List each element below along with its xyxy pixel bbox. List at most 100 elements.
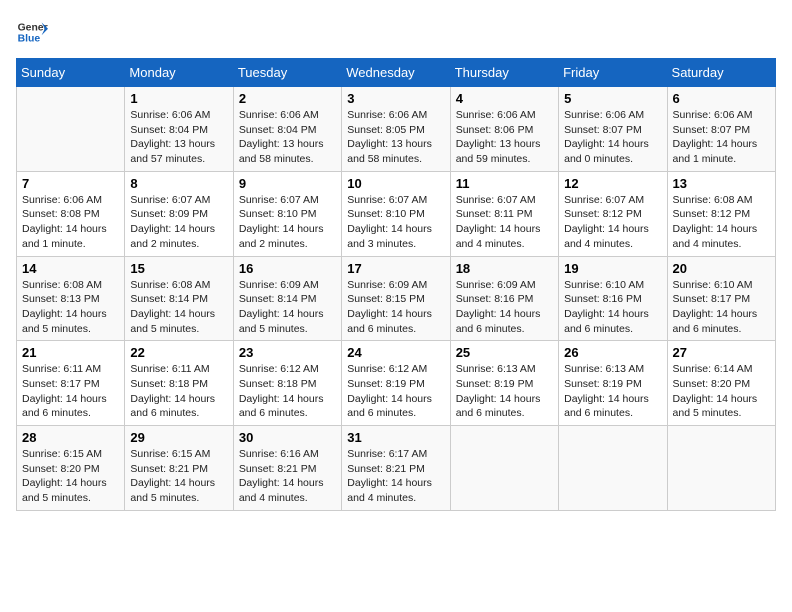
day-number: 14 xyxy=(22,261,119,276)
calendar-week-row: 28Sunrise: 6:15 AM Sunset: 8:20 PM Dayli… xyxy=(17,426,776,511)
svg-text:Blue: Blue xyxy=(18,34,41,45)
calendar-cell: 11 Sunrise: 6:07 AM Sunset: 8:11 PM Dayli… xyxy=(450,171,558,256)
day-number: 5 xyxy=(564,91,661,106)
calendar-cell: 21Sunrise: 6:11 AM Sunset: 8:17 PM Dayli… xyxy=(17,341,125,426)
day-number: 11 xyxy=(456,176,553,191)
day-info: Sunrise: 6:15 AM Sunset: 8:20 PM Dayligh… xyxy=(22,447,119,506)
day-info: Sunrise: 6:08 AM Sunset: 8:14 PM Dayligh… xyxy=(130,278,227,337)
day-number: 12 xyxy=(564,176,661,191)
calendar-cell: 29 Sunrise: 6:15 AM Sunset: 8:21 PM Dayli… xyxy=(125,426,233,511)
day-number: 27 xyxy=(673,345,770,360)
calendar-header-row: SundayMondayTuesdayWednesdayThursdayFrid… xyxy=(17,59,776,87)
calendar-cell: 16 Sunrise: 6:09 AM Sunset: 8:14 PM Dayli… xyxy=(233,256,341,341)
day-info: Sunrise: 6:06 AM Sunset: 8:07 PM Dayligh… xyxy=(564,108,661,167)
calendar-cell: 27 Sunrise: 6:14 AM Sunset: 8:20 PM Dayli… xyxy=(667,341,775,426)
day-info: Sunrise: 6:07 AM Sunset: 8:10 PM Dayligh… xyxy=(239,193,336,252)
page-header: General Blue xyxy=(16,16,776,48)
day-number: 18 xyxy=(456,261,553,276)
day-info: Sunrise: 6:07 AM Sunset: 8:09 PM Dayligh… xyxy=(130,193,227,252)
day-info: Sunrise: 6:07 AM Sunset: 8:11 PM Dayligh… xyxy=(456,193,553,252)
day-number: 10 xyxy=(347,176,444,191)
day-info: Sunrise: 6:10 AM Sunset: 8:17 PM Dayligh… xyxy=(673,278,770,337)
calendar-cell: 7 Sunrise: 6:06 AM Sunset: 8:08 PM Daylig… xyxy=(17,171,125,256)
logo-icon: General Blue xyxy=(16,16,48,48)
day-number: 8 xyxy=(130,176,227,191)
day-number: 19 xyxy=(564,261,661,276)
day-info: Sunrise: 6:09 AM Sunset: 8:14 PM Dayligh… xyxy=(239,278,336,337)
day-number: 29 xyxy=(130,430,227,445)
calendar-cell: 4Sunrise: 6:06 AM Sunset: 8:06 PM Daylig… xyxy=(450,87,558,172)
day-number: 30 xyxy=(239,430,336,445)
day-number: 24 xyxy=(347,345,444,360)
day-number: 3 xyxy=(347,91,444,106)
day-info: Sunrise: 6:12 AM Sunset: 8:18 PM Dayligh… xyxy=(239,362,336,421)
day-number: 6 xyxy=(673,91,770,106)
day-number: 26 xyxy=(564,345,661,360)
day-info: Sunrise: 6:16 AM Sunset: 8:21 PM Dayligh… xyxy=(239,447,336,506)
calendar-cell: 18Sunrise: 6:09 AM Sunset: 8:16 PM Dayli… xyxy=(450,256,558,341)
calendar-cell: 5 Sunrise: 6:06 AM Sunset: 8:07 PM Daylig… xyxy=(559,87,667,172)
calendar-cell: 25 Sunrise: 6:13 AM Sunset: 8:19 PM Dayli… xyxy=(450,341,558,426)
day-info: Sunrise: 6:13 AM Sunset: 8:19 PM Dayligh… xyxy=(456,362,553,421)
calendar-week-row: 7 Sunrise: 6:06 AM Sunset: 8:08 PM Daylig… xyxy=(17,171,776,256)
day-info: Sunrise: 6:06 AM Sunset: 8:08 PM Dayligh… xyxy=(22,193,119,252)
calendar-cell: 14 Sunrise: 6:08 AM Sunset: 8:13 PM Dayli… xyxy=(17,256,125,341)
calendar-cell: 2Sunrise: 6:06 AM Sunset: 8:04 PM Daylig… xyxy=(233,87,341,172)
day-info: Sunrise: 6:07 AM Sunset: 8:10 PM Dayligh… xyxy=(347,193,444,252)
day-number: 15 xyxy=(130,261,227,276)
day-number: 25 xyxy=(456,345,553,360)
day-info: Sunrise: 6:08 AM Sunset: 8:13 PM Dayligh… xyxy=(22,278,119,337)
day-info: Sunrise: 6:09 AM Sunset: 8:15 PM Dayligh… xyxy=(347,278,444,337)
calendar-cell: 1 Sunrise: 6:06 AM Sunset: 8:04 PM Daylig… xyxy=(125,87,233,172)
calendar-cell: 30 Sunrise: 6:16 AM Sunset: 8:21 PM Dayli… xyxy=(233,426,341,511)
calendar-cell: 8 Sunrise: 6:07 AM Sunset: 8:09 PM Daylig… xyxy=(125,171,233,256)
day-info: Sunrise: 6:06 AM Sunset: 8:04 PM Dayligh… xyxy=(239,108,336,167)
calendar-cell: 28Sunrise: 6:15 AM Sunset: 8:20 PM Dayli… xyxy=(17,426,125,511)
calendar-cell: 9 Sunrise: 6:07 AM Sunset: 8:10 PM Daylig… xyxy=(233,171,341,256)
day-info: Sunrise: 6:12 AM Sunset: 8:19 PM Dayligh… xyxy=(347,362,444,421)
column-header-tuesday: Tuesday xyxy=(233,59,341,87)
day-number: 7 xyxy=(22,176,119,191)
day-info: Sunrise: 6:10 AM Sunset: 8:16 PM Dayligh… xyxy=(564,278,661,337)
column-header-thursday: Thursday xyxy=(450,59,558,87)
day-info: Sunrise: 6:07 AM Sunset: 8:12 PM Dayligh… xyxy=(564,193,661,252)
calendar-cell xyxy=(450,426,558,511)
calendar-cell: 23Sunrise: 6:12 AM Sunset: 8:18 PM Dayli… xyxy=(233,341,341,426)
day-number: 13 xyxy=(673,176,770,191)
calendar-cell: 22 Sunrise: 6:11 AM Sunset: 8:18 PM Dayli… xyxy=(125,341,233,426)
day-info: Sunrise: 6:13 AM Sunset: 8:19 PM Dayligh… xyxy=(564,362,661,421)
calendar-cell: 20 Sunrise: 6:10 AM Sunset: 8:17 PM Dayli… xyxy=(667,256,775,341)
day-number: 1 xyxy=(130,91,227,106)
column-header-monday: Monday xyxy=(125,59,233,87)
calendar-cell: 15 Sunrise: 6:08 AM Sunset: 8:14 PM Dayli… xyxy=(125,256,233,341)
day-number: 17 xyxy=(347,261,444,276)
day-info: Sunrise: 6:06 AM Sunset: 8:06 PM Dayligh… xyxy=(456,108,553,167)
calendar-cell: 12 Sunrise: 6:07 AM Sunset: 8:12 PM Dayli… xyxy=(559,171,667,256)
day-number: 9 xyxy=(239,176,336,191)
calendar-cell xyxy=(559,426,667,511)
calendar-cell: 19 Sunrise: 6:10 AM Sunset: 8:16 PM Dayli… xyxy=(559,256,667,341)
day-number: 31 xyxy=(347,430,444,445)
day-number: 16 xyxy=(239,261,336,276)
calendar-week-row: 21Sunrise: 6:11 AM Sunset: 8:17 PM Dayli… xyxy=(17,341,776,426)
day-info: Sunrise: 6:17 AM Sunset: 8:21 PM Dayligh… xyxy=(347,447,444,506)
day-number: 20 xyxy=(673,261,770,276)
day-info: Sunrise: 6:11 AM Sunset: 8:18 PM Dayligh… xyxy=(130,362,227,421)
logo: General Blue xyxy=(16,16,48,48)
day-info: Sunrise: 6:14 AM Sunset: 8:20 PM Dayligh… xyxy=(673,362,770,421)
day-number: 22 xyxy=(130,345,227,360)
calendar-cell: 6 Sunrise: 6:06 AM Sunset: 8:07 PM Daylig… xyxy=(667,87,775,172)
day-info: Sunrise: 6:06 AM Sunset: 8:07 PM Dayligh… xyxy=(673,108,770,167)
day-info: Sunrise: 6:06 AM Sunset: 8:04 PM Dayligh… xyxy=(130,108,227,167)
day-info: Sunrise: 6:15 AM Sunset: 8:21 PM Dayligh… xyxy=(130,447,227,506)
calendar-cell: 24 Sunrise: 6:12 AM Sunset: 8:19 PM Dayli… xyxy=(342,341,450,426)
calendar-cell: 13Sunrise: 6:08 AM Sunset: 8:12 PM Dayli… xyxy=(667,171,775,256)
column-header-friday: Friday xyxy=(559,59,667,87)
column-header-sunday: Sunday xyxy=(17,59,125,87)
calendar-cell: 3 Sunrise: 6:06 AM Sunset: 8:05 PM Daylig… xyxy=(342,87,450,172)
day-info: Sunrise: 6:11 AM Sunset: 8:17 PM Dayligh… xyxy=(22,362,119,421)
calendar-cell xyxy=(667,426,775,511)
day-info: Sunrise: 6:06 AM Sunset: 8:05 PM Dayligh… xyxy=(347,108,444,167)
calendar-week-row: 14 Sunrise: 6:08 AM Sunset: 8:13 PM Dayli… xyxy=(17,256,776,341)
calendar-cell: 17 Sunrise: 6:09 AM Sunset: 8:15 PM Dayli… xyxy=(342,256,450,341)
